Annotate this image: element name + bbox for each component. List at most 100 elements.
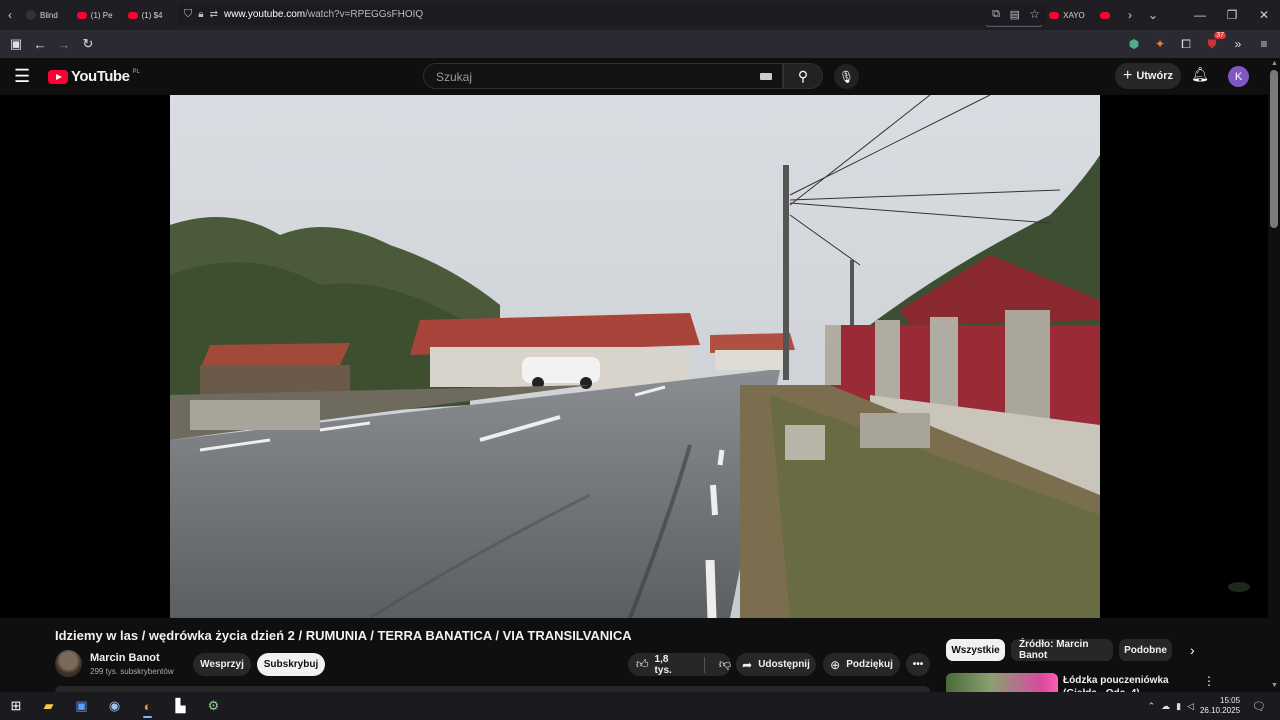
reader-view-icon[interactable]: ▤ — [1010, 8, 1020, 21]
avatar-letter: K — [1234, 70, 1243, 83]
recommended-thumbnail[interactable] — [946, 673, 1058, 692]
shield-icon[interactable]: ⛉ — [184, 8, 192, 21]
app-icon[interactable]: ⚙ — [197, 692, 230, 720]
logo-region: PL — [132, 68, 140, 75]
firefox-icon[interactable]: ◐ — [131, 692, 164, 720]
thumbs-down-icon[interactable]: 👎︎ — [719, 657, 731, 672]
chips-next-chevron-icon[interactable]: › — [1190, 642, 1195, 658]
chip-related-label: Podobne — [1124, 644, 1167, 656]
restore-icon[interactable]: ❐ — [1216, 0, 1248, 30]
tab-label: (1) Pe — [90, 10, 113, 20]
hamburger-menu-icon[interactable]: ☰ — [14, 66, 34, 86]
subscribe-label: Subskrybuj — [263, 659, 319, 670]
window-controls: — ❐ ✕ — [1184, 0, 1280, 30]
thumbs-up-icon[interactable]: 👍︎ — [636, 657, 649, 672]
support-button[interactable]: Wesprzyj — [193, 653, 251, 676]
like-dislike-group: 👍︎ 1,8 tys. 👎︎ — [628, 653, 731, 676]
notifications-icon[interactable]: 🗨︎ — [1252, 700, 1266, 713]
scrollbar-thumb[interactable] — [1270, 70, 1278, 228]
steam-icon[interactable]: ◉ — [98, 692, 131, 720]
scroll-down-icon[interactable]: ▼ — [1271, 682, 1278, 689]
recommended-menu-icon[interactable]: ⋮ — [1203, 674, 1215, 688]
channel-watermark[interactable] — [1228, 582, 1250, 592]
vpn-extension-icon[interactable]: ⬢ — [1124, 34, 1144, 54]
youtube-play-icon — [48, 69, 68, 84]
youtube-logo[interactable]: YouTube PL — [48, 68, 140, 85]
network-icon[interactable]: ▮ — [1176, 701, 1181, 712]
thanks-button[interactable]: ⊕ Podziękuj — [823, 653, 900, 676]
browser-tab[interactable]: Blind — [20, 0, 71, 30]
create-button[interactable]: + Utwórz — [1115, 63, 1181, 89]
youtube-favicon-icon — [127, 11, 138, 19]
tab-list-dropdown-icon[interactable]: ⌄ — [1140, 0, 1166, 30]
voice-search-icon[interactable]: 🎙︎ — [834, 64, 859, 89]
site-favicon-icon — [26, 10, 36, 20]
chip-related[interactable]: Podobne — [1119, 639, 1172, 661]
browser-tab[interactable]: (1) $4 — [122, 0, 173, 30]
share-icon: ➦ — [742, 657, 753, 672]
tab-label: (1) $4 — [141, 10, 163, 20]
minimize-icon[interactable]: — — [1184, 0, 1216, 30]
reload-icon[interactable]: ↻ — [76, 32, 100, 56]
volume-icon[interactable]: ◁ — [1187, 701, 1194, 712]
system-tray: ⌃ ☁ ▮ ◁ 15:05 26.10.2025 🗨︎ — [1148, 692, 1280, 720]
recommended-title[interactable]: Łódzka pouczeniówka (Giełda - Odc. 4) — [1063, 674, 1198, 692]
remote-desktop-icon[interactable]: ▣ — [65, 692, 98, 720]
clock[interactable]: 15:05 26.10.2025 — [1200, 696, 1240, 716]
lock-icon[interactable]: 🔒︎ — [198, 9, 203, 20]
browser-toolbar: ▣ ← → ↻ — [0, 30, 1280, 58]
more-dots-icon: ••• — [912, 659, 924, 670]
account-avatar[interactable]: K — [1228, 66, 1249, 87]
youtube-header: ☰ YouTube PL ⚲ 🎙︎ +Utwórz 🔔︎ K — [0, 58, 1268, 95]
url-field[interactable]: ⛉ 🔒︎ ⇄ www.youtube.com/watch?v=RPEGGsFHO… — [178, 3, 1046, 25]
tab-scroll-left-icon[interactable]: ‹ — [0, 0, 20, 30]
tab-scroll-right-icon[interactable]: › — [1120, 0, 1140, 30]
channel-name[interactable]: Marcin Banot — [90, 652, 160, 664]
channel-avatar[interactable] — [55, 650, 82, 677]
share-button[interactable]: ➦ Udostępnij — [736, 653, 816, 676]
like-count[interactable]: 1,8 tys. — [655, 654, 688, 676]
browser-tab[interactable]: XAYO — [1043, 0, 1094, 30]
puzzle-icon[interactable]: ⧠ — [1176, 34, 1196, 54]
keyboard-icon[interactable] — [760, 73, 772, 80]
menu-icon[interactable]: ≡ — [1254, 34, 1274, 54]
search-icon: ⚲ — [797, 67, 809, 84]
youtube-favicon-icon — [76, 11, 87, 19]
search-input[interactable] — [434, 69, 738, 85]
close-window-icon[interactable]: ✕ — [1248, 0, 1280, 30]
clock-date: 26.10.2025 — [1199, 706, 1241, 715]
sidebar-toggle-icon[interactable]: ▣ — [4, 32, 28, 56]
clock-time: 15:05 — [1220, 696, 1241, 705]
video-title: Idziemy w las / wędrówka życia dzień 2 /… — [55, 628, 632, 643]
scroll-up-icon[interactable]: ▲ — [1271, 60, 1278, 67]
more-actions-button[interactable]: ••• — [906, 653, 930, 676]
thanks-label: Podziękuj — [846, 659, 893, 670]
forward-icon[interactable]: → — [52, 32, 76, 56]
video-frame[interactable] — [170, 95, 1100, 618]
start-windows-icon[interactable]: ⊞ — [0, 692, 32, 720]
chip-all[interactable]: Wszystkie — [946, 639, 1005, 661]
notifications-bell-icon[interactable]: 🔔︎ — [1190, 66, 1210, 86]
fox-extension-icon[interactable]: ✦ — [1150, 34, 1170, 54]
file-explorer-icon[interactable]: ▰ — [32, 692, 65, 720]
chip-from-channel[interactable]: Źródło: Marcin Banot — [1011, 639, 1113, 661]
chip-all-label: Wszystkie — [951, 644, 1000, 656]
browser-tab[interactable] — [1094, 0, 1120, 30]
chip-from-channel-label: Źródło: Marcin Banot — [1019, 639, 1089, 661]
picture-in-picture-icon[interactable]: ⧉ — [992, 8, 1000, 21]
video-player[interactable] — [0, 95, 1268, 618]
tab-label: Blind — [40, 10, 58, 20]
browser-tab[interactable]: (1) Pe — [71, 0, 122, 30]
subscribe-button[interactable]: Subskrybuj — [257, 653, 325, 676]
tray-expand-icon[interactable]: ⌃ — [1148, 701, 1156, 712]
bookmark-star-icon[interactable]: ☆ — [1029, 7, 1040, 21]
ublock-icon[interactable]: ⛊ 37 — [1202, 32, 1226, 54]
onedrive-icon[interactable]: ☁ — [1161, 701, 1170, 712]
search-button[interactable]: ⚲ — [783, 63, 823, 89]
back-icon[interactable]: ← — [28, 32, 52, 56]
permissions-icon[interactable]: ⇄ — [210, 9, 218, 20]
notion-icon[interactable]: ▙ — [164, 692, 197, 720]
youtube-favicon-icon — [1049, 11, 1060, 19]
more-tools-icon[interactable]: » — [1228, 34, 1248, 54]
support-label: Wesprzyj — [200, 659, 244, 670]
